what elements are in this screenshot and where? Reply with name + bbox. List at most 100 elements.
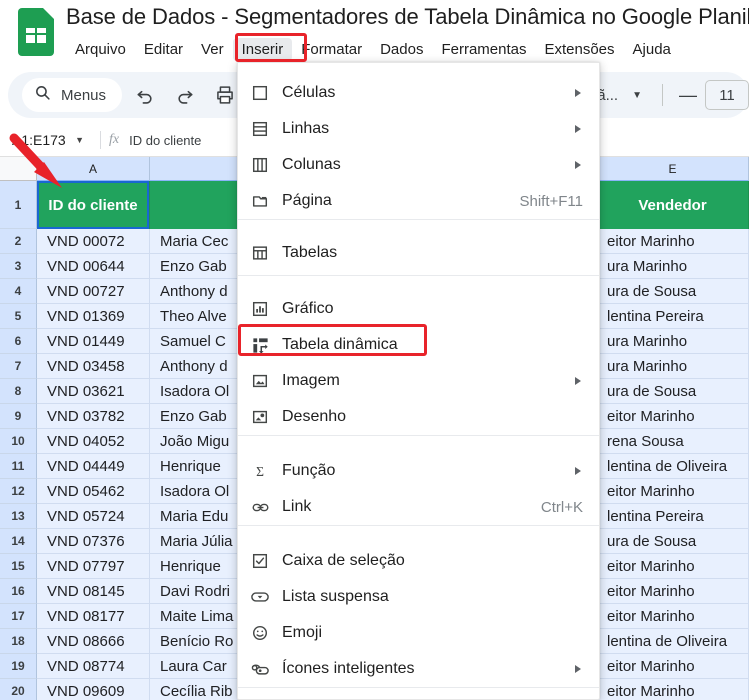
row-header[interactable]: 2 xyxy=(0,229,37,254)
row-header[interactable]: 13 xyxy=(0,504,37,529)
search-menus-button[interactable]: Menus xyxy=(22,78,123,112)
menu-item-c-lulas[interactable]: Células xyxy=(238,75,599,111)
menu-ferramentas[interactable]: Ferramentas xyxy=(432,38,535,61)
row-header[interactable]: 16 xyxy=(0,579,37,604)
cell-a[interactable]: VND 03458 xyxy=(37,354,150,379)
cell-e[interactable]: eitor Marinho xyxy=(597,579,749,604)
row-header[interactable]: 12 xyxy=(0,479,37,504)
cell-a[interactable]: VND 03621 xyxy=(37,379,150,404)
cell-a[interactable]: VND 07797 xyxy=(37,554,150,579)
menu-item-desenho[interactable]: Desenho xyxy=(238,399,599,435)
cell-e[interactable]: lentina Pereira xyxy=(597,304,749,329)
cell-a[interactable]: VND 05724 xyxy=(37,504,150,529)
cell-e[interactable]: lentina de Oliveira xyxy=(597,454,749,479)
cell-e[interactable]: eitor Marinho xyxy=(597,679,749,700)
link-icon xyxy=(238,498,282,517)
cell-e[interactable]: lentina Pereira xyxy=(597,504,749,529)
cell-a[interactable]: VND 01369 xyxy=(37,304,150,329)
menu-item-link[interactable]: Link Ctrl+K xyxy=(238,489,599,525)
menu-inserir[interactable]: Inserir xyxy=(232,37,293,61)
menu-item-imagem[interactable]: Imagem xyxy=(238,363,599,399)
cell-a[interactable]: VND 08666 xyxy=(37,629,150,654)
row-header[interactable]: 14 xyxy=(0,529,37,554)
decrease-font-size-button[interactable]: — xyxy=(671,85,705,106)
menu-ajuda[interactable]: Ajuda xyxy=(624,38,680,61)
row-header[interactable]: 6 xyxy=(0,329,37,354)
menu-item-lista-suspensa[interactable]: Lista suspensa xyxy=(238,579,599,615)
row-header[interactable]: 1 xyxy=(0,181,37,229)
redo-icon[interactable] xyxy=(168,78,202,112)
menu-item-fun-o[interactable]: Σ Função xyxy=(238,453,599,489)
chevron-down-icon[interactable]: ▼ xyxy=(75,135,96,145)
menu-item-linhas[interactable]: Linhas xyxy=(238,111,599,147)
cell-e[interactable]: ura Marinho xyxy=(597,354,749,379)
menu-item-p-gina[interactable]: Página Shift+F11 xyxy=(238,183,599,219)
cell-e[interactable]: eitor Marinho xyxy=(597,229,749,254)
menu-item-label: Linhas xyxy=(282,120,330,137)
menu-item-colunas[interactable]: Colunas xyxy=(238,147,599,183)
cell-a[interactable]: VND 09609 xyxy=(37,679,150,700)
cell-a[interactable]: VND 08177 xyxy=(37,604,150,629)
cell-e[interactable]: ura de Sousa xyxy=(597,529,749,554)
row-header[interactable]: 3 xyxy=(0,254,37,279)
menu-item-tabelas[interactable]: Tabelas xyxy=(238,235,599,271)
header-cell-e[interactable]: Vendedor xyxy=(597,181,749,229)
cell-a[interactable]: VND 04052 xyxy=(37,429,150,454)
cell-e[interactable]: eitor Marinho xyxy=(597,404,749,429)
row-header[interactable]: 18 xyxy=(0,629,37,654)
row-header[interactable]: 19 xyxy=(0,654,37,679)
cell-e[interactable]: eitor Marinho xyxy=(597,479,749,504)
row-header[interactable]: 20 xyxy=(0,679,37,700)
menu-item-tabela-din-mica[interactable]: Tabela dinâmica xyxy=(238,327,599,363)
cell-e[interactable]: ura Marinho xyxy=(597,329,749,354)
cell-a[interactable]: VND 00644 xyxy=(37,254,150,279)
menu-ver[interactable]: Ver xyxy=(192,38,233,61)
cell-e[interactable]: ura de Sousa xyxy=(597,379,749,404)
cell-a[interactable]: VND 00727 xyxy=(37,279,150,304)
menu-item-emoji[interactable]: Emoji xyxy=(238,615,599,651)
formula-input[interactable]: ID do cliente xyxy=(129,133,201,148)
cell-a[interactable]: VND 08774 xyxy=(37,654,150,679)
menu-item-label: Ícones inteligentes xyxy=(282,660,415,677)
menu-item-caixa-de-sele-o[interactable]: Caixa de seleção xyxy=(238,543,599,579)
cell-a[interactable]: VND 08145 xyxy=(37,579,150,604)
cell-e[interactable]: eitor Marinho xyxy=(597,554,749,579)
select-all-corner[interactable] xyxy=(0,157,37,181)
cell-e[interactable]: eitor Marinho xyxy=(597,654,749,679)
row-header[interactable]: 4 xyxy=(0,279,37,304)
cell-e[interactable]: lentina de Oliveira xyxy=(597,629,749,654)
menu-extensoes[interactable]: Extensões xyxy=(535,38,623,61)
header-cell-a[interactable]: ID do cliente xyxy=(37,181,150,229)
cell-a[interactable]: VND 03782 xyxy=(37,404,150,429)
menu-editar[interactable]: Editar xyxy=(135,38,192,61)
row-header[interactable]: 8 xyxy=(0,379,37,404)
cell-e[interactable]: eitor Marinho xyxy=(597,604,749,629)
row-header[interactable]: 9 xyxy=(0,404,37,429)
column-header-a[interactable]: A xyxy=(37,157,150,181)
row-header[interactable]: 7 xyxy=(0,354,37,379)
menu-formatar[interactable]: Formatar xyxy=(292,38,371,61)
name-box[interactable]: A1:E173 ▼ xyxy=(0,132,96,148)
cell-a[interactable]: VND 07376 xyxy=(37,529,150,554)
row-header[interactable]: 17 xyxy=(0,604,37,629)
chevron-down-icon[interactable]: ▼ xyxy=(632,90,642,101)
menu-arquivo[interactable]: Arquivo xyxy=(66,38,135,61)
menu-dados[interactable]: Dados xyxy=(371,38,432,61)
cell-a[interactable]: VND 04449 xyxy=(37,454,150,479)
font-size-input[interactable]: 11 xyxy=(705,80,749,110)
cell-e[interactable]: ura Marinho xyxy=(597,254,749,279)
menu-item-gr-fico[interactable]: Gráfico xyxy=(238,291,599,327)
image-icon xyxy=(238,372,282,390)
cell-a[interactable]: VND 00072 xyxy=(37,229,150,254)
row-header[interactable]: 15 xyxy=(0,554,37,579)
cell-a[interactable]: VND 01449 xyxy=(37,329,150,354)
menu-item-cones-inteligentes[interactable]: Ícones inteligentes xyxy=(238,651,599,687)
undo-icon[interactable] xyxy=(128,78,162,112)
cell-a[interactable]: VND 05462 xyxy=(37,479,150,504)
cell-e[interactable]: ura de Sousa xyxy=(597,279,749,304)
row-header[interactable]: 10 xyxy=(0,429,37,454)
cell-e[interactable]: rena Sousa xyxy=(597,429,749,454)
row-header[interactable]: 5 xyxy=(0,304,37,329)
row-header[interactable]: 11 xyxy=(0,454,37,479)
column-header-e[interactable]: E xyxy=(597,157,749,181)
